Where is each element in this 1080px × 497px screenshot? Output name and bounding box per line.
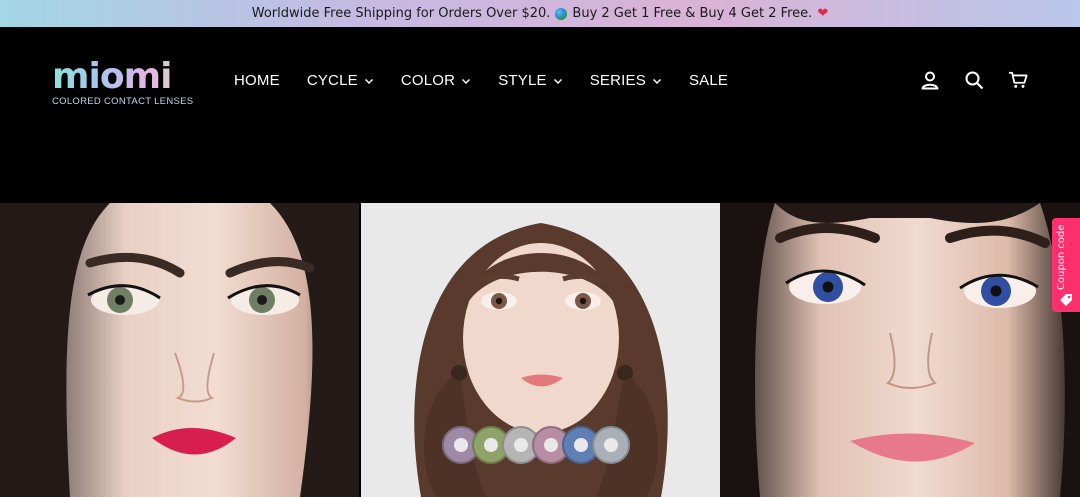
hero-portrait-left [0,203,359,497]
announcement-bar: Worldwide Free Shipping for Orders Over … [0,0,1080,27]
hero-image-center[interactable] [361,203,720,497]
nav-item-series[interactable]: SERIES [590,72,662,89]
nav-item-color[interactable]: COLOR [401,72,471,89]
announcement-text-promo: Buy 2 Get 1 Free & Buy 4 Get 2 Free. [572,6,813,21]
nav-item-style[interactable]: STYLE [498,72,563,89]
chevron-down-icon [462,78,471,84]
globe-icon [555,7,568,20]
hero-image-left[interactable] [0,203,359,497]
hero-portrait-center [414,223,668,497]
coupon-code-label: Coupon code [1056,224,1067,290]
tag-icon [1060,294,1072,306]
logo-wordmark: miomi [52,59,212,95]
hero-portrait-right [720,203,1080,497]
nav-item-home[interactable]: HOME [234,72,280,89]
chevron-down-icon [652,78,661,84]
main-nav: HOME CYCLE COLOR STYLE SERIES SALE [234,72,755,89]
nav-item-cycle[interactable]: CYCLE [307,72,374,89]
nav-item-label: SALE [688,72,729,89]
announcement-text-primary: Worldwide Free Shipping for Orders Over … [251,6,551,21]
heart-icon: ❤ [817,6,829,21]
hero-image-right[interactable] [720,203,1080,497]
logo-tagline: COLORED CONTACT LENSES [52,96,194,107]
nav-item-label: HOME [234,72,280,89]
site-header: miomi COLORED CONTACT LENSES HOME CYCLE … [0,27,1080,203]
nav-item-label: STYLE [498,72,547,89]
chevron-down-icon [364,78,373,84]
nav-item-label: CYCLE [306,72,358,89]
coupon-code-tab[interactable]: Coupon code [1052,218,1080,312]
header-actions [920,70,1028,90]
site-logo[interactable]: miomi COLORED CONTACT LENSES [52,59,212,111]
nav-item-label: SERIES [589,72,646,89]
hero-banner [0,203,1080,497]
nav-item-sale[interactable]: SALE [689,72,728,89]
cart-icon[interactable] [1008,70,1028,90]
account-icon[interactable] [920,70,940,90]
chevron-down-icon [553,78,562,84]
search-icon[interactable] [964,70,984,90]
nav-item-label: COLOR [400,72,456,89]
